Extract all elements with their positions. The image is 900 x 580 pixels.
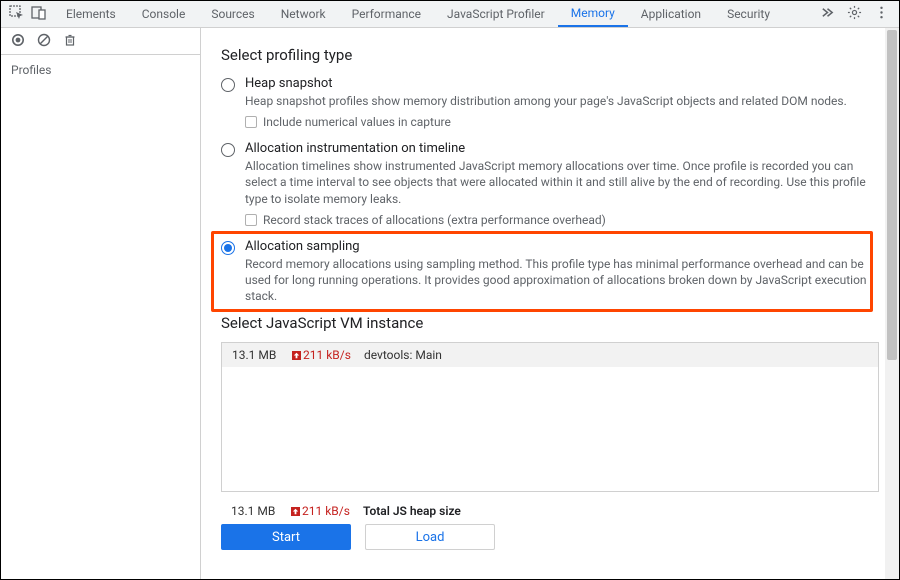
tab-elements[interactable]: Elements (53, 1, 129, 27)
heap-label: Total JS heap size (363, 504, 461, 518)
settings-gear-icon[interactable] (847, 5, 862, 23)
up-arrow-icon (291, 507, 300, 516)
inspect-toggle-group (7, 1, 53, 27)
profiling-type-heading: Select profiling type (221, 46, 879, 64)
panel-tabs: ElementsConsoleSourcesNetworkPerformance… (53, 1, 814, 27)
profiling-option-heap-snapshot[interactable]: Heap snapshot Heap snapshot profiles show… (221, 74, 879, 131)
memory-panel: Select profiling type Heap snapshotHeap … (201, 28, 899, 579)
heap-size: 13.1 MB (231, 504, 281, 518)
memory-panel-content: Select profiling type Heap snapshotHeap … (201, 28, 899, 579)
radio-icon[interactable] (221, 78, 235, 92)
checkbox-icon[interactable] (245, 116, 257, 128)
heap-rate: 211 kB/s (291, 504, 353, 518)
tab-application[interactable]: Application (628, 1, 714, 27)
tab-memory[interactable]: Memory (558, 1, 628, 27)
tab-sources[interactable]: Sources (198, 1, 267, 27)
tab-performance[interactable]: Performance (339, 1, 434, 27)
scrollbar-thumb[interactable] (887, 30, 897, 360)
tab-network[interactable]: Network (268, 1, 339, 27)
tab-console[interactable]: Console (129, 1, 199, 27)
tab-security[interactable]: Security (714, 1, 783, 27)
profiles-sidebar: Profiles (1, 28, 201, 579)
tabstrip-overflow (814, 1, 899, 27)
radio-icon[interactable] (221, 143, 235, 157)
option-title: Allocation instrumentation on timeline (245, 141, 879, 156)
option-description: Record memory allocations using sampling… (245, 256, 879, 305)
devtools-tabstrip: ElementsConsoleSourcesNetworkPerformance… (1, 1, 899, 28)
vm-instance-list: 13.1 MB 211 kB/s devtools: Main (221, 342, 879, 492)
checkbox-label: Record stack traces of allocations (extr… (263, 213, 606, 227)
tab-javascript-profiler[interactable]: JavaScript Profiler (434, 1, 558, 27)
profiles-heading: Profiles (1, 55, 200, 85)
vm-instance-row[interactable]: 13.1 MB 211 kB/s devtools: Main (222, 343, 878, 367)
devtools-body: Profiles Select profiling type Heap snap… (1, 28, 899, 579)
vertical-scrollbar[interactable] (885, 28, 899, 579)
profiles-toolbar (1, 28, 200, 55)
vm-instance-name: devtools: Main (364, 348, 442, 362)
vm-rate-value: 211 kB/s (303, 348, 351, 362)
devtools-window: ElementsConsoleSourcesNetworkPerformance… (0, 0, 900, 580)
option-title: Heap snapshot (245, 76, 879, 91)
delete-icon[interactable] (63, 33, 77, 50)
kebab-menu-icon[interactable] (874, 5, 889, 23)
heap-rate-value: 211 kB/s (302, 504, 350, 518)
device-toolbar-icon[interactable] (31, 5, 47, 24)
more-tabs-icon[interactable] (820, 5, 835, 23)
option-title: Allocation sampling (245, 239, 879, 254)
vm-memory-size: 13.1 MB (232, 348, 282, 362)
option-description: Heap snapshot profiles show memory distr… (245, 93, 879, 109)
radio-icon[interactable] (221, 241, 235, 255)
load-button[interactable]: Load (365, 524, 495, 550)
up-arrow-icon (292, 351, 301, 360)
record-icon[interactable] (11, 33, 25, 50)
checkbox-label: Include numerical values in capture (263, 115, 451, 129)
vm-memory-rate: 211 kB/s (292, 348, 354, 362)
start-button[interactable]: Start (221, 524, 351, 550)
option-checkbox-row[interactable]: Record stack traces of allocations (extr… (245, 213, 879, 227)
inspect-element-icon[interactable] (9, 5, 25, 24)
vm-instance-heading: Select JavaScript VM instance (221, 314, 879, 332)
action-buttons: Start Load (221, 524, 879, 550)
heap-summary: 13.1 MB 211 kB/s Total JS heap size (221, 500, 879, 524)
option-checkbox-row[interactable]: Include numerical values in capture (245, 115, 879, 129)
profiling-option-allocation-instrumentation-on-timeline[interactable]: Allocation instrumentation on timeline Al… (221, 139, 879, 229)
checkbox-icon[interactable] (245, 214, 257, 226)
clear-icon[interactable] (37, 33, 51, 50)
profiling-option-allocation-sampling[interactable]: Allocation sampling Record memory allocat… (221, 237, 879, 307)
option-description: Allocation timelines show instrumented J… (245, 158, 879, 207)
